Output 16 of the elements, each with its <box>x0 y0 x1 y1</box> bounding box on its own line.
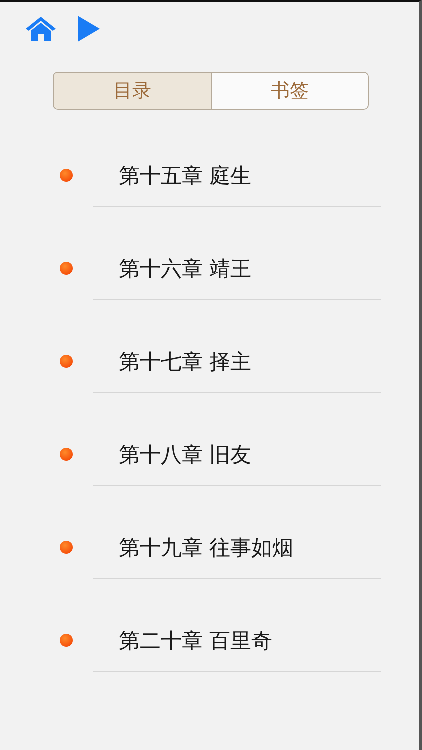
tab[interactable]: 目录 <box>54 73 210 109</box>
tab[interactable]: 书签 <box>210 73 368 109</box>
chapter-item[interactable]: 第十七章 择主 <box>119 348 252 376</box>
bullet-icon <box>60 634 73 647</box>
chapter-item[interactable]: 第十九章 往事如烟 <box>119 534 294 562</box>
chapter-item[interactable]: 第十五章 庭生 <box>119 162 252 190</box>
play-icon[interactable] <box>77 15 101 43</box>
bullet-icon <box>60 448 73 461</box>
chapter-item[interactable]: 第二十章 百里奇 <box>119 626 273 654</box>
home-icon[interactable] <box>25 15 57 43</box>
bullet-icon <box>60 541 73 554</box>
chapter-item[interactable]: 第十八章 旧友 <box>119 440 252 468</box>
bullet-icon <box>60 169 73 182</box>
bullet-icon <box>60 262 73 275</box>
chapter-item[interactable]: 第十六章 靖王 <box>119 254 252 282</box>
bullet-icon <box>60 355 73 368</box>
